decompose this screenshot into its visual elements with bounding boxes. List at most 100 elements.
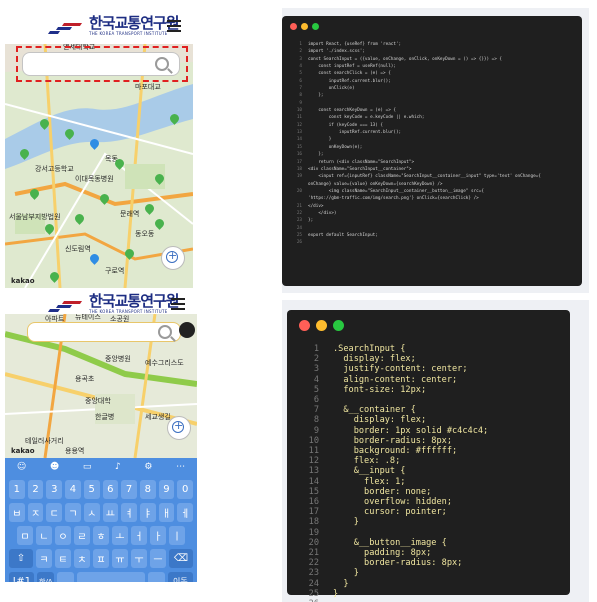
- mic-icon[interactable]: ♪: [115, 462, 121, 472]
- lang-key[interactable]: 한/A: [37, 572, 55, 582]
- code-text: return (<div className="SearchInput">: [308, 159, 415, 165]
- code-text: overflow: hidden;: [333, 497, 452, 508]
- key[interactable]: ㅣ: [169, 526, 185, 545]
- key[interactable]: ㄹ: [74, 526, 90, 545]
- edit-pencil-icon[interactable]: [179, 322, 195, 338]
- code-block-scss: 1 .SearchInput {2 display: flex; 3 justify…: [297, 344, 489, 602]
- key[interactable]: ㅑ: [139, 503, 156, 522]
- key[interactable]: ㅗ: [112, 526, 128, 545]
- key[interactable]: ㅌ: [55, 549, 71, 568]
- symbol-key[interactable]: !#1: [9, 572, 35, 582]
- code-text: }: [333, 517, 359, 528]
- key[interactable]: 3: [46, 480, 63, 499]
- line-number: 3: [313, 364, 319, 375]
- key[interactable]: 8: [139, 480, 156, 499]
- code-text: onKeyDown(e);: [308, 144, 363, 150]
- code-text: justify-content: center;: [333, 364, 468, 375]
- code-text: display: flex;: [333, 354, 416, 365]
- map-label: 예수그리스도: [145, 359, 184, 367]
- line-number: 12: [296, 122, 302, 128]
- key[interactable]: 2: [27, 480, 44, 499]
- key[interactable]: ㅔ: [177, 503, 194, 522]
- gif-icon[interactable]: ▭: [83, 462, 92, 472]
- space-key[interactable]: [77, 572, 145, 582]
- key[interactable]: ㅍ: [93, 549, 109, 568]
- map-label: 뉴테이스: [75, 314, 101, 321]
- key[interactable]: ㅐ: [158, 503, 175, 522]
- code-line: 10 const searchKeyDown = (e) => {: [288, 107, 541, 114]
- code-line: 7 onClick(e): [288, 85, 541, 92]
- key[interactable]: 9: [158, 480, 175, 499]
- line-number: 6: [313, 395, 319, 406]
- line-number: 12: [308, 456, 319, 467]
- key[interactable]: ㅡ: [150, 549, 166, 568]
- line-number: 13: [296, 130, 302, 136]
- key[interactable]: ㅓ: [131, 526, 147, 545]
- code-text: border-radius: 8px;: [333, 435, 452, 446]
- code-line: 23 }: [297, 568, 488, 578]
- key[interactable]: ㅂ: [9, 503, 25, 522]
- key[interactable]: ㄴ: [36, 526, 52, 545]
- current-location-icon[interactable]: [161, 246, 185, 270]
- map-label: 중앙병원: [105, 355, 131, 363]
- key[interactable]: 7: [121, 480, 137, 499]
- key[interactable]: 1: [9, 480, 25, 499]
- key[interactable]: 5: [83, 480, 100, 499]
- sticker-icon[interactable]: ☺: [17, 462, 26, 472]
- key[interactable]: ㅠ: [112, 549, 128, 568]
- code-line: 9 border: 1px solid #c4c4c4;: [297, 426, 488, 436]
- keyboard-row-2: ㅁ ㄴ ㅇ ㄹ ㅎ ㅗ ㅓ ㅏ ㅣ: [5, 526, 197, 545]
- more-icon[interactable]: ⋯: [176, 462, 185, 472]
- app-header: 한국교통연구원 THE KOREA TRANSPORT INSTITUTE: [5, 8, 193, 44]
- comma-key[interactable]: ,: [57, 572, 75, 582]
- key[interactable]: ㅈ: [27, 503, 44, 522]
- code-line: 25}: [297, 589, 488, 599]
- current-location-icon[interactable]: [167, 416, 191, 440]
- key[interactable]: ㅁ: [17, 526, 33, 545]
- key[interactable]: ㅇ: [55, 526, 71, 545]
- enter-key[interactable]: 이동: [167, 572, 193, 582]
- search-icon[interactable]: [158, 325, 172, 339]
- code-line: 13 &__input {: [297, 466, 488, 476]
- code-panel-jsx: 1 import React, {useRef} from 'react'; 2 im…: [282, 8, 589, 293]
- key[interactable]: ㄱ: [65, 503, 81, 522]
- line-number: 15: [308, 486, 319, 497]
- code-text: import React, {useRef} from 'react';: [308, 42, 402, 47]
- key[interactable]: 4: [65, 480, 81, 499]
- key[interactable]: ㅊ: [74, 549, 90, 568]
- code-line: 26: [288, 239, 541, 246]
- settings-icon[interactable]: ⚙: [144, 462, 152, 472]
- period-key[interactable]: .: [147, 572, 165, 582]
- line-number: 6: [299, 78, 302, 84]
- key[interactable]: 0: [177, 480, 194, 499]
- key[interactable]: ㅜ: [131, 549, 147, 568]
- map-label: 세교생길: [145, 413, 171, 421]
- hamburger-menu-icon[interactable]: [167, 20, 181, 35]
- search-input[interactable]: [27, 322, 181, 342]
- maximize-dot-icon: [312, 23, 319, 30]
- key[interactable]: ㅎ: [93, 526, 109, 545]
- map-label: 신도림역: [65, 245, 91, 253]
- code-text: border-radius: 8px;: [333, 558, 463, 569]
- hamburger-menu-icon[interactable]: [171, 298, 185, 313]
- key[interactable]: ㅋ: [36, 549, 52, 568]
- code-line: 24 }: [297, 579, 488, 589]
- line-number: 18: [296, 166, 302, 172]
- shift-key[interactable]: ⇧: [9, 549, 33, 568]
- key[interactable]: ㅛ: [102, 503, 119, 522]
- line-number: 7: [313, 405, 319, 416]
- line-number: 19: [296, 174, 302, 180]
- map-label: 강서고등학교: [35, 165, 74, 173]
- emoji-icon[interactable]: ☻: [50, 462, 59, 472]
- code-text: <div className="SearchInput__container">: [308, 166, 412, 172]
- key[interactable]: 6: [102, 480, 119, 499]
- key[interactable]: ㅅ: [83, 503, 100, 522]
- code-line: 22 border-radius: 8px;: [297, 558, 488, 568]
- code-text: 'https://gbm-traffic.com/img/search.png'…: [308, 196, 479, 202]
- phone-screen-map: 한국교통연구원 THE KOREA TRANSPORT INSTITUTE 연세…: [5, 8, 193, 288]
- key[interactable]: ㅕ: [121, 503, 137, 522]
- key[interactable]: ㅏ: [150, 526, 166, 545]
- backspace-key[interactable]: ⌫: [169, 549, 193, 568]
- key[interactable]: ㄷ: [46, 503, 63, 522]
- logo-korean-text: 한국교통연구원: [89, 292, 180, 310]
